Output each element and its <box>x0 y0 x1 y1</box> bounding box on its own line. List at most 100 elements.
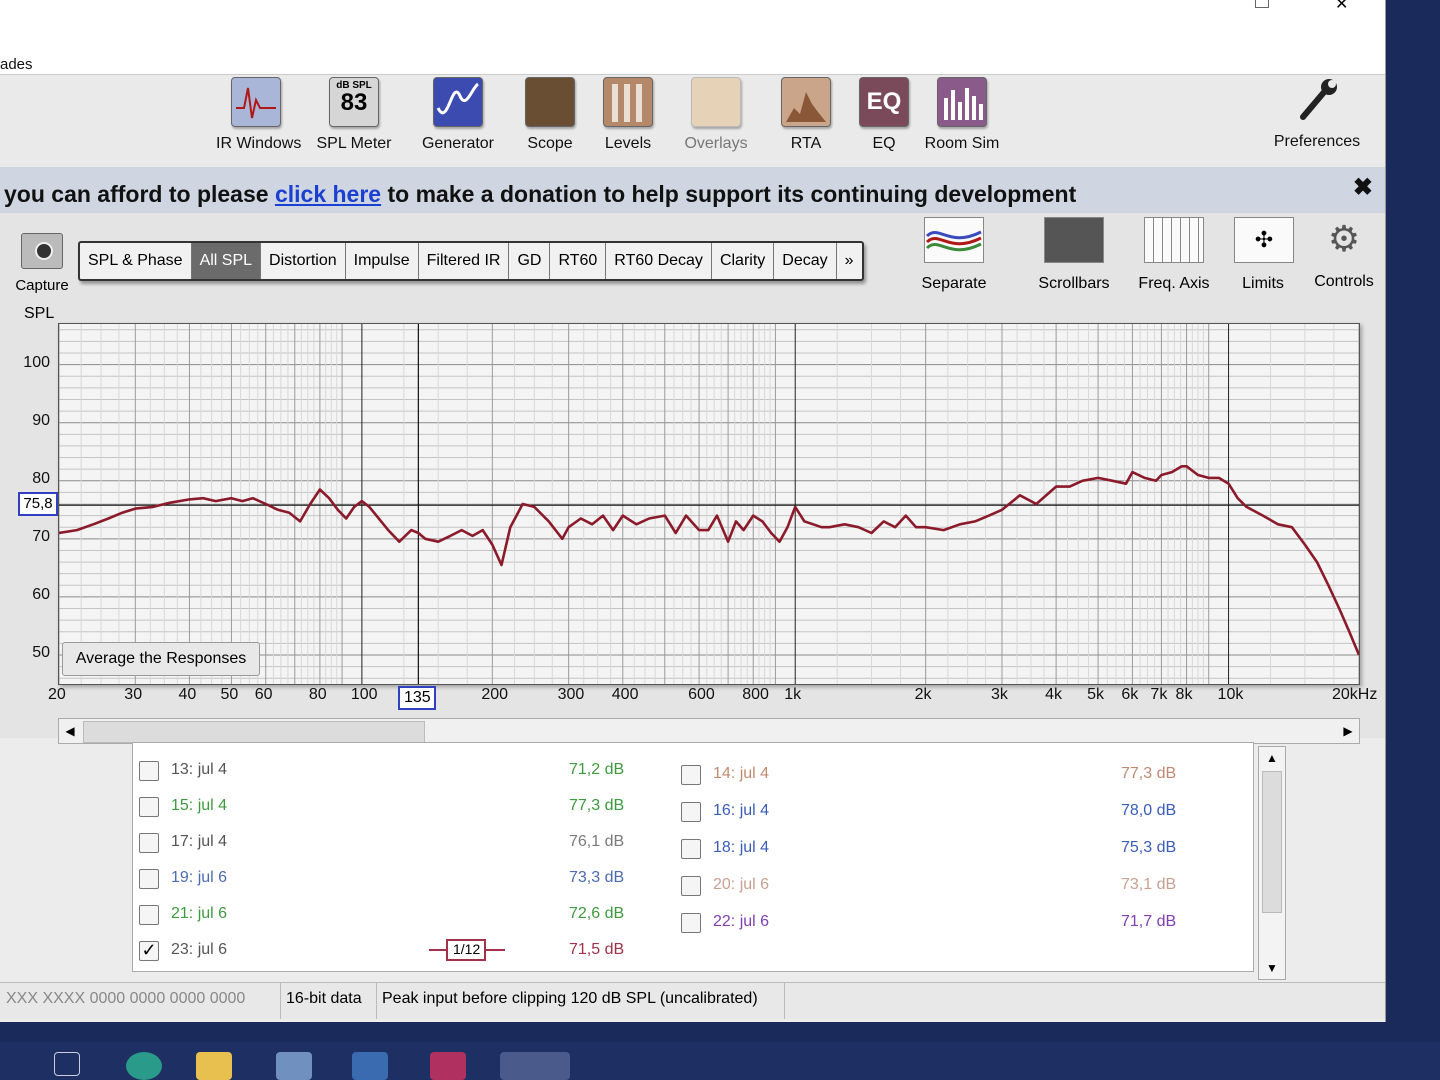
scrollbars-icon <box>1044 217 1104 263</box>
x-tick-label: 5k <box>1087 686 1104 703</box>
measurement-level: 71,5 dB <box>569 941 625 958</box>
horizontal-scrollbar[interactable]: ◀ ▶ <box>58 718 1360 744</box>
edge-browser-icon[interactable] <box>126 1052 162 1080</box>
toolbar-eq-button[interactable]: EQ EQ <box>844 77 924 162</box>
measurement-checkbox[interactable] <box>681 913 701 933</box>
donation-link[interactable]: click here <box>275 181 381 207</box>
toolbar-ir-windows-button[interactable]: IR Windows <box>216 77 301 162</box>
spl-plot-area[interactable] <box>58 323 1360 685</box>
task-view-icon[interactable] <box>54 1052 80 1076</box>
wrench-icon <box>1293 77 1341 125</box>
tab-2[interactable]: Distortion <box>261 243 346 279</box>
capture-button[interactable]: Capture <box>14 233 70 294</box>
toolbar-room-sim-button[interactable]: Room Sim <box>922 77 1002 162</box>
x-tick-label: 200 <box>481 686 509 703</box>
y-tick-label: 60 <box>32 585 50 603</box>
separate-button[interactable]: Separate <box>918 217 990 293</box>
smoothing-badge[interactable]: 1/12 <box>429 939 505 961</box>
tab-5[interactable]: GD <box>509 243 551 279</box>
taskbar-active-app-icon[interactable] <box>500 1052 570 1080</box>
x-tick-label: 50 <box>220 686 239 703</box>
tab-4[interactable]: Filtered IR <box>419 243 510 279</box>
measurement-name[interactable]: 19: jul 6 <box>171 869 227 887</box>
generator-icon <box>433 77 483 127</box>
close-window-button[interactable]: ✕ <box>1335 0 1365 13</box>
tab-8[interactable]: Clarity <box>712 243 775 279</box>
toolbar-scope-button[interactable]: Scope <box>510 77 590 162</box>
main-toolbar: IR Windows dB SPL 83 SPL Meter Generator… <box>0 75 1385 167</box>
x-tick-label: 10k <box>1217 686 1244 703</box>
measurement-level: 71,7 dB <box>1121 913 1177 930</box>
limits-button[interactable]: ✣ Limits <box>1234 217 1294 293</box>
measurement-checkbox[interactable] <box>139 833 159 853</box>
overlays-icon <box>691 77 741 127</box>
measurement-checkbox[interactable] <box>139 905 159 925</box>
tab-7[interactable]: RT60 Decay <box>606 243 712 279</box>
measurement-checkbox[interactable] <box>681 839 701 859</box>
measurement-checkbox[interactable] <box>139 797 159 817</box>
measurement-name[interactable]: 13: jul 4 <box>171 761 227 779</box>
measurement-row: 17: jul 4 76,1 dB <box>139 831 649 857</box>
close-banner-icon[interactable]: ✖ <box>1353 173 1373 202</box>
tab-0[interactable]: SPL & Phase <box>80 243 192 279</box>
menu-item-modes[interactable]: ades <box>0 56 33 73</box>
scrollbar-thumb[interactable] <box>83 721 425 743</box>
measurement-name[interactable]: 18: jul 4 <box>713 839 769 857</box>
measurement-name[interactable]: 20: jul 6 <box>713 876 769 894</box>
tab-10[interactable]: » <box>837 243 862 279</box>
capture-label: Capture <box>15 277 69 294</box>
measurement-name[interactable]: 23: jul 6 <box>171 941 227 959</box>
status-bit-depth: 16-bit data <box>280 983 377 1019</box>
measurement-name[interactable]: 22: jul 6 <box>713 913 769 931</box>
measurement-name[interactable]: 14: jul 4 <box>713 765 769 783</box>
measurement-checkbox[interactable] <box>681 802 701 822</box>
toolbar-preferences-button[interactable]: Preferences <box>1270 77 1364 162</box>
y-tick-label: 50 <box>32 643 50 661</box>
scroll-up-icon[interactable]: ▲ <box>1259 747 1285 769</box>
controls-button[interactable]: ⚙ Controls <box>1310 217 1378 291</box>
measurement-checkbox[interactable] <box>681 765 701 785</box>
freq-axis-button[interactable]: Freq. Axis <box>1132 217 1216 293</box>
measurement-name[interactable]: 15: jul 4 <box>171 797 227 815</box>
room-sim-icon <box>937 77 987 127</box>
tab-3[interactable]: Impulse <box>346 243 419 279</box>
tab-9[interactable]: Decay <box>774 243 837 279</box>
vertical-scrollbar[interactable]: ▲ ▼ <box>1258 746 1286 980</box>
scroll-left-icon[interactable]: ◀ <box>59 719 81 743</box>
maximize-button[interactable] <box>1255 0 1269 8</box>
separate-label: Separate <box>921 275 987 292</box>
toolbar-label: Scope <box>527 135 573 152</box>
scroll-right-icon[interactable]: ▶ <box>1337 719 1359 743</box>
freq-axis-icon <box>1144 217 1204 263</box>
toolbar-spl-meter-button[interactable]: dB SPL 83 SPL Meter <box>314 77 394 162</box>
average-responses-button[interactable]: Average the Responses <box>62 642 260 676</box>
measurement-row: 15: jul 4 77,3 dB <box>139 795 649 821</box>
measurement-level: 71,2 dB <box>569 761 625 778</box>
taskbar-app-icon[interactable] <box>430 1052 466 1080</box>
measurement-checkbox[interactable] <box>139 869 159 889</box>
file-explorer-icon[interactable] <box>196 1052 232 1080</box>
tab-1[interactable]: All SPL <box>191 243 262 279</box>
measurement-checkbox[interactable]: ✓ <box>139 941 159 961</box>
graph-tabs: SPL & Phase All SPL Distortion Impulse Filte… <box>78 241 864 281</box>
scroll-down-icon[interactable]: ▼ <box>1259 957 1285 979</box>
x-tick-label: 6k <box>1121 686 1139 703</box>
measurement-name[interactable]: 21: jul 6 <box>171 905 227 923</box>
toolbar-levels-button[interactable]: Levels <box>588 77 668 162</box>
vertical-scrollbar-thumb[interactable] <box>1262 771 1282 913</box>
toolbar-generator-button[interactable]: Generator <box>418 77 498 162</box>
scrollbars-button[interactable]: Scrollbars <box>1034 217 1114 293</box>
toolbar-rta-button[interactable]: RTA <box>766 77 846 162</box>
measurement-checkbox[interactable] <box>139 761 159 781</box>
taskbar-app-icon[interactable] <box>352 1052 388 1080</box>
rew-main-window: ✕ ades IR Windows dB SPL 83 SPL Meter Ge… <box>0 0 1386 1022</box>
cursor-y-readout: 75,8 <box>18 492 58 517</box>
measurement-name[interactable]: 16: jul 4 <box>713 802 769 820</box>
taskbar-app-icon[interactable] <box>276 1052 312 1080</box>
measurement-checkbox[interactable] <box>681 876 701 896</box>
toolbar-overlays-button[interactable]: Overlays <box>676 77 756 162</box>
donation-banner: you can afford to please click here to m… <box>0 167 1385 213</box>
graph-controls-row: Capture SPL & Phase All SPL Distortion Impu… <box>0 213 1385 303</box>
measurement-name[interactable]: 17: jul 4 <box>171 833 227 851</box>
tab-6[interactable]: RT60 <box>550 243 607 279</box>
